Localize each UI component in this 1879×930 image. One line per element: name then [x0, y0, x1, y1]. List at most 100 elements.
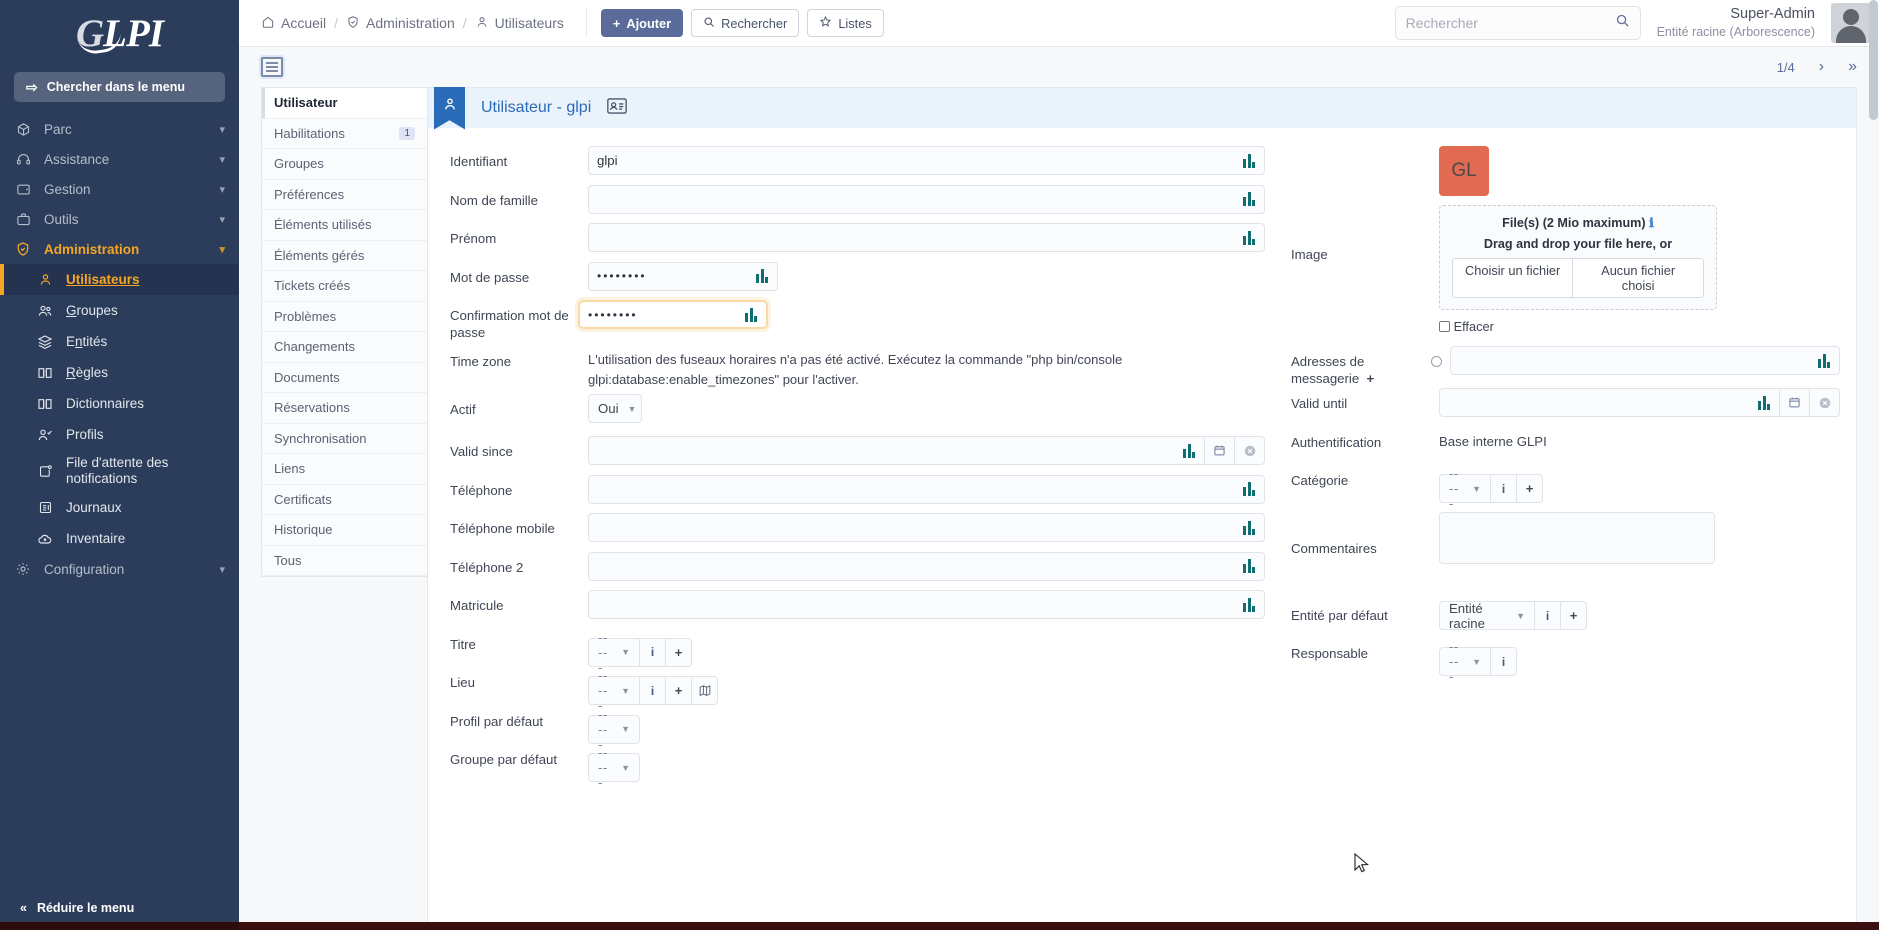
info-icon[interactable]: i: [1535, 601, 1561, 630]
search-input[interactable]: [1405, 15, 1615, 31]
sidebar-item-file-attente-notifications[interactable]: File d'attente des notifications: [0, 450, 239, 492]
tab-reservations[interactable]: Réservations: [262, 393, 427, 424]
add-icon[interactable]: +: [666, 676, 692, 705]
sidebar-item-configuration[interactable]: Configuration ▾: [0, 554, 239, 584]
sidebar-item-entites[interactable]: Entités: [0, 326, 239, 357]
effacer-checkbox-row[interactable]: Effacer: [1439, 319, 1840, 334]
actif-select[interactable]: Oui ▼: [588, 394, 642, 423]
add-icon[interactable]: +: [1363, 371, 1375, 386]
info-icon[interactable]: i: [1491, 474, 1517, 503]
sidebar-item-outils[interactable]: Outils ▾: [0, 204, 239, 234]
commentaires-textarea[interactable]: [1439, 511, 1715, 564]
user-info[interactable]: Super-Admin Entité racine (Arborescence): [1657, 5, 1815, 40]
responsable-select[interactable]: ----- ▼: [1439, 639, 1491, 684]
entite-defaut-select[interactable]: Entité racine ▼: [1439, 601, 1535, 631]
info-icon[interactable]: i: [640, 637, 666, 667]
info-icon[interactable]: i: [1491, 647, 1517, 676]
field-titre: Titre ----- ▼ i +: [428, 629, 1281, 675]
tab-certificats[interactable]: Certificats: [262, 484, 427, 515]
clear-date-icon[interactable]: [1810, 388, 1840, 417]
password-input[interactable]: ••••••••: [588, 261, 778, 291]
calendar-icon[interactable]: [1780, 388, 1810, 417]
clear-date-icon[interactable]: [1235, 436, 1265, 465]
sidebar-item-regles[interactable]: Règles: [0, 357, 239, 388]
profil-defaut-select[interactable]: ----- ▼: [588, 707, 640, 752]
avatar[interactable]: [1831, 3, 1871, 43]
valid-until-input[interactable]: [1439, 388, 1780, 417]
sidebar-item-label: Entités: [66, 334, 108, 349]
sidebar-item-assistance[interactable]: Assistance ▾: [0, 144, 239, 174]
tab-preferences[interactable]: Préférences: [262, 179, 427, 210]
tab-utilisateur[interactable]: Utilisateur: [262, 88, 427, 119]
info-icon[interactable]: ℹ: [1649, 216, 1654, 230]
menu-search-button[interactable]: ⇨ Chercher dans le menu: [14, 72, 225, 102]
titre-select[interactable]: ----- ▼: [588, 630, 640, 675]
add-icon[interactable]: +: [1561, 601, 1587, 630]
lists-button[interactable]: Listes: [807, 9, 884, 37]
glpi-logo[interactable]: GLPI: [0, 0, 239, 66]
tab-documents[interactable]: Documents: [262, 362, 427, 393]
tab-habilitations[interactable]: Habilitations 1: [262, 118, 427, 149]
tab-synchronisation[interactable]: Synchronisation: [262, 423, 427, 454]
page-scrollbar[interactable]: [1867, 0, 1879, 930]
vcard-icon[interactable]: [607, 97, 628, 119]
sidebar-item-parc[interactable]: Parc ▾: [0, 114, 239, 144]
sidebar-item-profils[interactable]: Profils: [0, 419, 239, 450]
tab-elements-geres[interactable]: Éléments gérés: [262, 240, 427, 271]
prenom-input[interactable]: [588, 223, 1265, 252]
pagination-last-button[interactable]: »: [1848, 58, 1857, 76]
file-input-row[interactable]: Choisir un fichier Aucun fichier choisi: [1452, 258, 1704, 298]
tab-liens[interactable]: Liens: [262, 454, 427, 485]
nom-input[interactable]: [588, 184, 1265, 214]
sidebar-item-journaux[interactable]: Journaux: [0, 492, 239, 523]
pagination-next-button[interactable]: ›: [1819, 58, 1824, 76]
search-icon[interactable]: [1615, 13, 1630, 33]
choose-file-button[interactable]: Choisir un fichier: [1453, 259, 1574, 297]
tab-elements-utilises[interactable]: Éléments utilisés: [262, 210, 427, 241]
calendar-icon[interactable]: [1205, 436, 1235, 465]
topbar-actions: + Ajouter Rechercher Listes: [600, 9, 884, 37]
field-actif: Actif Oui ▼: [428, 394, 1281, 436]
list-view-icon[interactable]: [261, 57, 283, 77]
tab-tous[interactable]: Tous: [262, 545, 427, 576]
password-confirm-input[interactable]: ••••••••: [578, 300, 768, 329]
sidebar-item-dictionnaires[interactable]: Dictionnaires: [0, 388, 239, 419]
sidebar-item-administration[interactable]: Administration ▾: [0, 234, 239, 264]
valid-since-input[interactable]: [588, 436, 1205, 465]
categorie-select[interactable]: ----- ▼: [1439, 466, 1491, 511]
checkbox-icon[interactable]: [1439, 321, 1450, 332]
groupe-defaut-select[interactable]: ----- ▼: [588, 745, 640, 790]
sidebar-item-label: Règles: [66, 365, 109, 380]
global-search[interactable]: [1394, 6, 1641, 40]
identifiant-input[interactable]: glpi: [588, 146, 1265, 175]
sidebar-item-gestion[interactable]: Gestion ▾: [0, 174, 239, 204]
sidebar-item-groupes[interactable]: Groupes: [0, 295, 239, 326]
map-icon[interactable]: [692, 676, 718, 705]
email-input[interactable]: [1450, 346, 1840, 375]
add-icon[interactable]: +: [666, 637, 692, 667]
add-button[interactable]: + Ajouter: [600, 9, 684, 37]
search-button[interactable]: Rechercher: [691, 9, 800, 37]
telephone2-input[interactable]: [588, 551, 1265, 581]
add-icon[interactable]: +: [1517, 474, 1543, 503]
telephone-input[interactable]: [588, 474, 1265, 504]
sidebar-item-inventaire[interactable]: Inventaire: [0, 523, 239, 554]
matricule-input[interactable]: [588, 590, 1265, 619]
info-icon[interactable]: i: [640, 676, 666, 705]
tab-groupes[interactable]: Groupes: [262, 149, 427, 180]
tab-historique[interactable]: Historique: [262, 515, 427, 546]
file-dropzone[interactable]: File(s) (2 Mio maximum) ℹ Drag and drop …: [1439, 205, 1717, 310]
field-categorie: Catégorie ----- ▼ i +: [1281, 465, 1856, 511]
scrollbar-thumb[interactable]: [1869, 0, 1878, 120]
briefcase-icon: [14, 212, 32, 227]
tab-changements[interactable]: Changements: [262, 332, 427, 363]
tab-tickets-crees[interactable]: Tickets créés: [262, 271, 427, 302]
mobile-input[interactable]: [588, 513, 1265, 542]
breadcrumb-utilisateurs[interactable]: Utilisateurs: [475, 15, 564, 32]
breadcrumb-accueil[interactable]: Accueil: [261, 15, 326, 32]
breadcrumb-administration[interactable]: Administration: [346, 15, 455, 32]
tab-problemes[interactable]: Problèmes: [262, 301, 427, 332]
sidebar-item-utilisateurs[interactable]: Utilisateurs: [0, 264, 239, 295]
email-radio-icon[interactable]: [1431, 356, 1442, 367]
lieu-select[interactable]: ----- ▼: [588, 668, 640, 713]
